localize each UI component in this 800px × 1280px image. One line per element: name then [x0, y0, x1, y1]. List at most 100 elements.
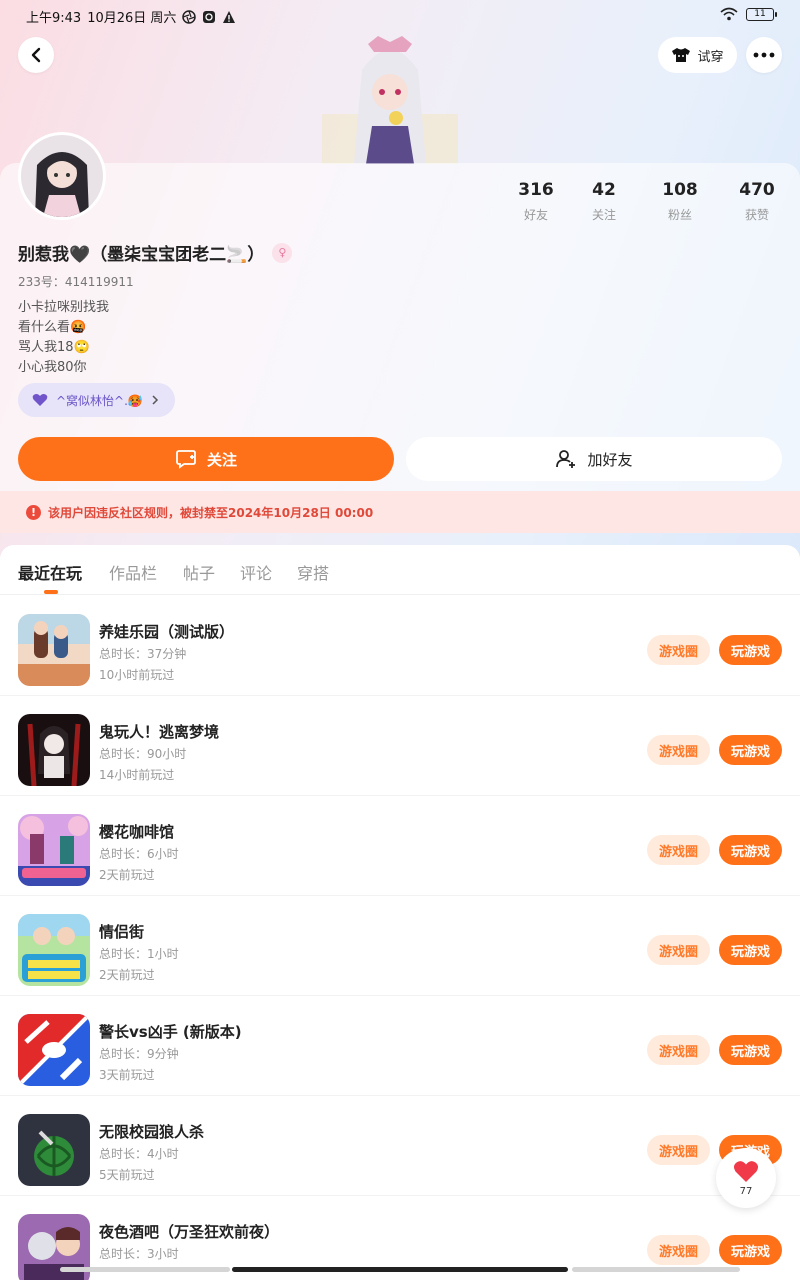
- profile-tabs: 最近在玩 作品栏 帖子 评论 穿搭: [0, 545, 800, 595]
- follow-button[interactable]: 关注: [18, 437, 394, 481]
- game-icon[interactable]: [18, 1114, 90, 1186]
- warning-icon: [223, 10, 236, 23]
- game-circle-button[interactable]: 游戏圈: [647, 835, 710, 865]
- username-row: 别惹我🖤（墨柒宝宝团老二🚬） ♀: [18, 240, 293, 265]
- game-duration: 总时长：6小时: [99, 847, 179, 861]
- game-row[interactable]: 情侣街 总时长：1小时 2天前玩过 游戏圈 玩游戏: [0, 896, 800, 996]
- add-friend-label: 加好友: [587, 450, 633, 469]
- game-row[interactable]: 樱花咖啡馆 总时长：6小时 2天前玩过 游戏圈 玩游戏: [0, 796, 800, 896]
- bio-line: 小心我80你: [18, 360, 87, 375]
- stat-value: 42: [592, 180, 616, 200]
- bio-line: 小卡拉咪别找我: [18, 300, 110, 315]
- game-icon[interactable]: [18, 614, 90, 686]
- game-circle-button[interactable]: 游戏圈: [647, 1035, 710, 1065]
- floating-like-button[interactable]: 77: [716, 1148, 776, 1208]
- nav-indicator-right: [572, 1267, 740, 1272]
- tab-comments[interactable]: 评论: [240, 560, 272, 584]
- play-game-button[interactable]: 玩游戏: [719, 935, 782, 965]
- nav-indicator-left: [60, 1267, 230, 1272]
- game-icon[interactable]: [18, 1014, 90, 1086]
- like-count: 77: [739, 1185, 753, 1197]
- bio-line: 看什么看🤬: [18, 320, 87, 335]
- app-notification-icon: [203, 10, 216, 23]
- game-row[interactable]: 无限校园狼人杀 总时长：4小时 5天前玩过 游戏圈 玩游戏: [0, 1096, 800, 1196]
- back-button[interactable]: [18, 37, 54, 73]
- try-on-button[interactable]: 试穿: [658, 37, 737, 73]
- game-last-played: 14小时前玩过: [99, 768, 175, 782]
- aperture-icon: [182, 9, 197, 24]
- game-last-played: 2天前玩过: [99, 968, 155, 982]
- heart-icon: [733, 1160, 759, 1182]
- ban-notice-text: 该用户因违反社区规则，被封禁至2024年10月28日 00:00: [48, 505, 374, 520]
- user-id: 233号：414119911: [18, 275, 134, 289]
- game-last-played: 3天前玩过: [99, 1068, 155, 1082]
- status-date: 10月26日 周六: [87, 11, 177, 26]
- tab-posts[interactable]: 帖子: [183, 560, 215, 584]
- game-row[interactable]: 警长vs凶手 (新版本) 总时长：9分钟 3天前玩过 游戏圈 玩游戏: [0, 996, 800, 1096]
- tab-recently-played[interactable]: 最近在玩: [18, 560, 82, 584]
- stat-following[interactable]: 42 关注: [574, 180, 634, 223]
- alert-icon: !: [26, 504, 41, 520]
- play-game-button[interactable]: 玩游戏: [719, 635, 782, 665]
- group-tag[interactable]: ^窝似林怡^.🥵: [18, 383, 175, 417]
- game-duration: 总时长：9分钟: [99, 1047, 179, 1061]
- heart-icon: [32, 394, 48, 406]
- bio-line: 骂人我18🙄: [18, 340, 90, 355]
- game-circle-button[interactable]: 游戏圈: [647, 735, 710, 765]
- stat-label: 关注: [591, 208, 616, 222]
- game-row[interactable]: 养娃乐园（测试版） 总时长：37分钟 10小时前玩过 游戏圈 玩游戏: [0, 596, 800, 696]
- stat-label: 粉丝: [667, 208, 692, 222]
- play-game-button[interactable]: 玩游戏: [719, 1035, 782, 1065]
- game-circle-button[interactable]: 游戏圈: [647, 935, 710, 965]
- game-name: 无限校园狼人杀: [99, 1123, 205, 1141]
- game-icon[interactable]: [18, 714, 90, 786]
- game-duration: 总时长：90小时: [99, 747, 187, 761]
- group-tag-label: ^窝似林怡^.🥵: [56, 393, 143, 408]
- game-name: 夜色酒吧（万圣狂欢前夜）: [99, 1223, 280, 1241]
- stat-value: 470: [739, 180, 775, 200]
- game-name: 警长vs凶手 (新版本): [99, 1023, 242, 1041]
- game-name: 鬼玩人！逃离梦境: [99, 723, 220, 741]
- follow-heart-bubble-icon: [176, 450, 196, 469]
- game-circle-button[interactable]: 游戏圈: [647, 635, 710, 665]
- play-game-button[interactable]: 玩游戏: [719, 835, 782, 865]
- chevron-right-icon: [152, 395, 158, 405]
- stat-value: 108: [662, 180, 698, 200]
- stat-followers[interactable]: 108 粉丝: [650, 180, 710, 223]
- more-button[interactable]: [746, 37, 782, 73]
- tab-works[interactable]: 作品栏: [109, 560, 157, 584]
- stat-friends[interactable]: 316 好友: [506, 180, 566, 223]
- stat-label: 好友: [523, 208, 548, 222]
- play-game-button[interactable]: 玩游戏: [719, 735, 782, 765]
- wifi-icon: [720, 7, 738, 21]
- game-last-played: 10小时前玩过: [99, 668, 175, 682]
- game-icon[interactable]: [18, 814, 90, 886]
- stat-value: 316: [518, 180, 554, 200]
- game-name: 樱花咖啡馆: [99, 823, 175, 841]
- game-name: 情侣街: [99, 923, 145, 941]
- stat-likes[interactable]: 470 获赞: [727, 180, 787, 223]
- add-user-icon: [556, 450, 576, 468]
- tab-outfits[interactable]: 穿搭: [297, 560, 329, 584]
- game-duration: 总时长：3小时: [99, 1247, 179, 1261]
- add-friend-button[interactable]: 加好友: [406, 437, 782, 481]
- username: 别惹我🖤（墨柒宝宝团老二🚬）: [18, 245, 265, 265]
- game-icon[interactable]: [18, 914, 90, 986]
- chevron-left-icon: [31, 47, 41, 63]
- try-on-label: 试穿: [697, 49, 724, 65]
- home-indicator[interactable]: [232, 1267, 568, 1272]
- status-time: 上午9:43: [26, 11, 82, 26]
- avatar[interactable]: [18, 132, 106, 220]
- battery-icon: 11: [746, 7, 777, 21]
- stat-label: 获赞: [744, 208, 769, 222]
- avatar-outfit-figure: [322, 30, 458, 164]
- game-duration: 总时长：4小时: [99, 1147, 179, 1161]
- game-row[interactable]: 鬼玩人！逃离梦境 总时长：90小时 14小时前玩过 游戏圈 玩游戏: [0, 696, 800, 796]
- more-dots-icon: [753, 52, 775, 58]
- battery-level: 11: [754, 8, 766, 19]
- play-game-button[interactable]: 玩游戏: [719, 1235, 782, 1265]
- game-circle-button[interactable]: 游戏圈: [647, 1235, 710, 1265]
- game-circle-button[interactable]: 游戏圈: [647, 1135, 710, 1165]
- game-duration: 总时长：1小时: [99, 947, 179, 961]
- game-last-played: 5天前玩过: [99, 1168, 155, 1182]
